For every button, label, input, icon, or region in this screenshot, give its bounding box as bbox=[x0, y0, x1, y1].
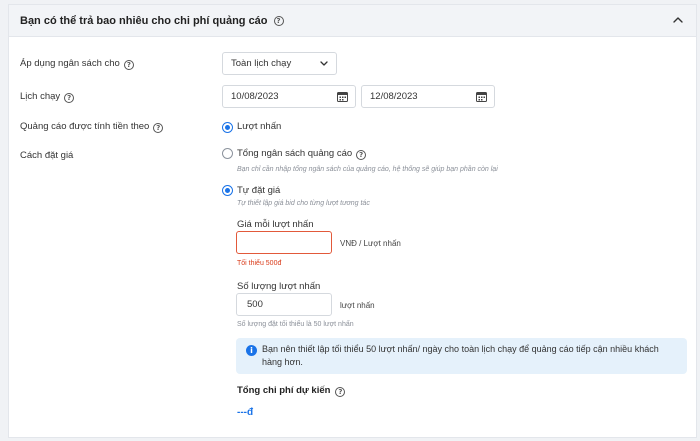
end-date-field[interactable]: 12/08/2023 bbox=[361, 85, 495, 108]
question-circle-icon[interactable]: ? bbox=[356, 150, 367, 160]
total-budget-text: Tổng ngân sách quảng cáo bbox=[237, 148, 353, 159]
charge-basis-text: Quảng cáo được tính tiền theo bbox=[20, 121, 150, 132]
budget-apply-text: Áp dụng ngân sách cho bbox=[20, 58, 120, 69]
estimate-text: Tổng chi phí dự kiến bbox=[237, 385, 331, 396]
price-per-click-error: Tối thiểu 500đ bbox=[237, 260, 282, 267]
question-circle-icon[interactable]: ? bbox=[273, 15, 284, 26]
info-icon: i bbox=[246, 345, 257, 356]
click-count-unit: lượt nhấn bbox=[340, 301, 375, 310]
question-circle-icon[interactable]: ? bbox=[153, 123, 164, 133]
section-title: Bạn có thể trả bao nhiêu cho chi phí quả… bbox=[20, 14, 268, 27]
charge-basis-label: Quảng cáo được tính tiền theo? bbox=[20, 121, 164, 133]
question-circle-icon[interactable]: ? bbox=[123, 60, 134, 70]
question-circle-icon[interactable]: ? bbox=[64, 93, 75, 103]
price-per-click-input[interactable] bbox=[236, 231, 332, 254]
budget-apply-select[interactable]: Toàn lịch chạy bbox=[222, 52, 337, 75]
start-date-value: 10/08/2023 bbox=[231, 91, 279, 102]
question-circle-icon[interactable]: ? bbox=[335, 387, 346, 397]
total-budget-hint: Bạn chỉ cần nhập tổng ngân sách của quản… bbox=[237, 166, 498, 173]
total-budget-radio[interactable] bbox=[222, 148, 233, 159]
click-count-note: Số lượng đặt tối thiểu là 50 lượt nhấn bbox=[237, 321, 354, 328]
click-count-input[interactable] bbox=[236, 293, 332, 316]
calendar-icon[interactable] bbox=[337, 91, 348, 102]
calendar-icon[interactable] bbox=[476, 91, 487, 102]
bidding-label: Cách đặt giá bbox=[20, 150, 74, 161]
total-budget-label[interactable]: Tổng ngân sách quảng cáo? bbox=[237, 148, 367, 160]
manual-bid-label[interactable]: Tự đặt giá bbox=[237, 185, 280, 196]
manual-bid-hint: Tự thiết lập giá bid cho từng lượt tương… bbox=[237, 200, 370, 207]
info-banner: i Bạn nên thiết lập tối thiểu 50 lượt nh… bbox=[236, 338, 687, 374]
info-banner-text: Bạn nên thiết lập tối thiểu 50 lượt nhấn… bbox=[262, 344, 659, 367]
end-date-value: 12/08/2023 bbox=[370, 91, 418, 102]
start-date-field[interactable]: 10/08/2023 bbox=[222, 85, 356, 108]
charge-click-radio[interactable] bbox=[222, 122, 233, 133]
schedule-text: Lịch chạy bbox=[20, 91, 61, 102]
charge-click-label[interactable]: Lượt nhấn bbox=[237, 121, 281, 132]
chevron-up-icon[interactable] bbox=[672, 14, 684, 26]
price-per-click-unit: VNĐ / Lượt nhấn bbox=[340, 239, 401, 248]
schedule-label: Lịch chạy? bbox=[20, 91, 75, 103]
budget-apply-selected: Toàn lịch chạy bbox=[231, 58, 292, 69]
ad-cost-section: Bạn có thể trả bao nhiêu cho chi phí quả… bbox=[8, 4, 697, 438]
price-per-click-label: Giá mỗi lượt nhấn bbox=[237, 219, 314, 230]
manual-bid-radio[interactable] bbox=[222, 185, 233, 196]
click-count-label: Số lượng lượt nhấn bbox=[237, 281, 321, 292]
section-header[interactable]: Bạn có thể trả bao nhiêu cho chi phí quả… bbox=[9, 5, 696, 37]
estimate-value: ---đ bbox=[237, 407, 254, 418]
budget-apply-label: Áp dụng ngân sách cho? bbox=[20, 58, 134, 70]
chevron-down-icon bbox=[320, 61, 328, 66]
estimate-label: Tổng chi phí dự kiến? bbox=[237, 385, 346, 397]
